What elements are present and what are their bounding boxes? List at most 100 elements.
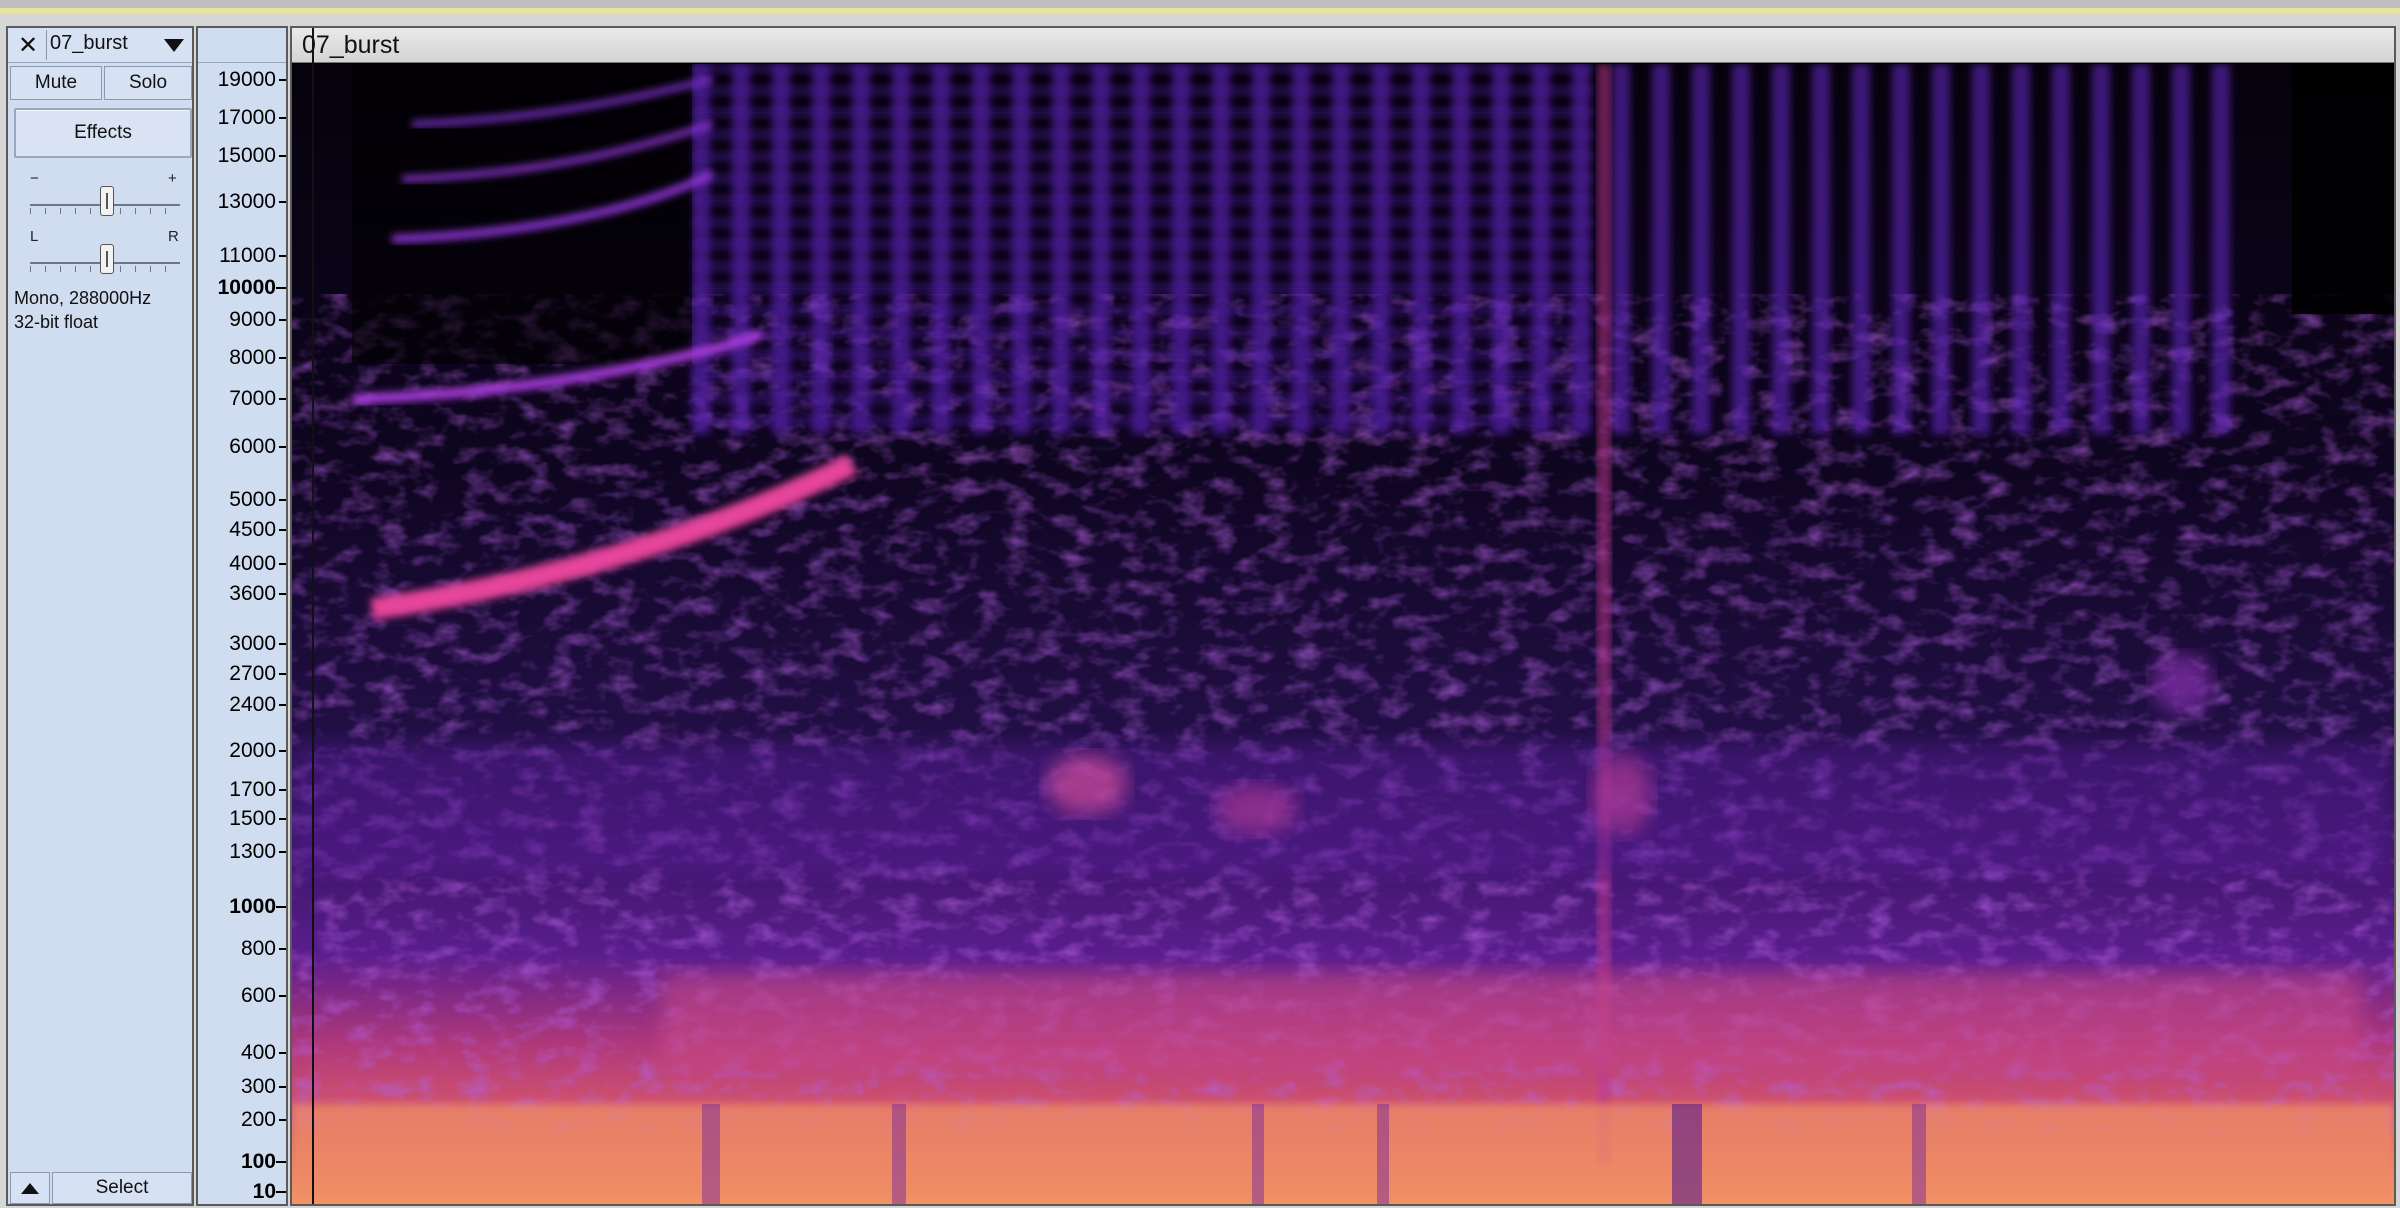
ruler-tick-label: 4000 <box>229 552 276 575</box>
ruler-tick-label: 19000 <box>217 68 276 91</box>
ruler-tick-label: 600 <box>240 984 276 1007</box>
ruler-header <box>198 28 286 63</box>
track-control-panel: ✕ 07_burst Mute Solo Effects − + L R Mon… <box>6 26 194 1206</box>
ruler-tick-mark <box>279 704 286 706</box>
ruler-tick-mark <box>279 750 286 752</box>
low-band <box>662 974 2362 1074</box>
ruler-tick-label: 2000 <box>229 739 276 762</box>
spectrogram-view[interactable] <box>292 64 2394 1204</box>
ruler-tick-mark <box>276 906 286 908</box>
ruler-tick-mark <box>279 673 286 675</box>
ruler-tick-label: 200 <box>240 1108 276 1131</box>
ruler-tick-mark <box>279 79 286 81</box>
pan-slider-thumb[interactable] <box>100 244 114 274</box>
ruler-tick-mark <box>276 1161 286 1163</box>
harmonic-horizontal-bands <box>692 64 1592 434</box>
ruler-tick-label: 2400 <box>229 693 276 716</box>
ruler-tick-mark <box>276 1191 286 1193</box>
ruler-tick-mark <box>279 398 286 400</box>
bass-gap <box>892 1104 906 1204</box>
ruler-tick-label: 400 <box>240 1041 276 1064</box>
clip-title-bar[interactable]: 07_burst <box>292 28 2394 63</box>
bass-gap <box>1377 1104 1389 1204</box>
bass-gap <box>1252 1104 1264 1204</box>
clip-title: 07_burst <box>302 31 400 59</box>
ruler-tick-label: 11000 <box>219 244 276 267</box>
ruler-tick-mark <box>279 319 286 321</box>
select-button[interactable]: Select <box>52 1172 192 1204</box>
ruler-tick-label: 13000 <box>217 190 276 213</box>
bass-gap <box>1672 1104 1702 1204</box>
ruler-tick-label: 1500 <box>229 807 276 830</box>
ruler-tick-label: 800 <box>240 937 276 960</box>
ruler-tick-label: 300 <box>240 1075 276 1098</box>
triangle-up-icon <box>21 1182 39 1194</box>
gain-plus-label: + <box>168 170 177 187</box>
track-sample-format-label: 32-bit float <box>14 312 99 332</box>
ruler-tick-mark <box>279 499 286 501</box>
ruler-tick-label: 1700 <box>229 778 276 801</box>
bass-gap <box>1912 1104 1926 1204</box>
ruler-tick-mark <box>279 117 286 119</box>
track-header: ✕ 07_burst <box>8 28 192 63</box>
gain-minus-label: − <box>30 170 39 187</box>
ruler-tick-label: 17000 <box>217 106 276 129</box>
track-name-label[interactable]: 07_burst <box>50 32 128 55</box>
mid-blob <box>1047 754 1127 814</box>
effects-button[interactable]: Effects <box>14 108 192 158</box>
ruler-tick-mark <box>279 851 286 853</box>
ruler-tick-label: 10000 <box>217 276 276 299</box>
ruler-tick-label: 9000 <box>229 308 276 331</box>
ruler-tick-label: 3600 <box>229 582 276 605</box>
track-format-label: Mono, 288000Hz <box>14 288 152 308</box>
ruler-tick-mark <box>279 255 286 257</box>
track-info: Mono, 288000Hz 32-bit float <box>14 286 151 334</box>
ruler-tick-mark <box>279 818 286 820</box>
ruler-tick-mark <box>279 593 286 595</box>
pan-right-label: R <box>168 228 179 245</box>
ruler-tick-label: 15000 <box>217 144 276 167</box>
mid-blob <box>1217 784 1297 834</box>
close-track-button[interactable]: ✕ <box>10 30 47 60</box>
mid-blob <box>1592 754 1652 834</box>
ruler-tick-label: 100 <box>240 1150 276 1173</box>
chevron-down-icon[interactable] <box>164 39 184 52</box>
ruler-tick-label: 2700 <box>229 662 276 685</box>
ruler-tick-mark <box>279 1119 286 1121</box>
ruler-tick-mark <box>279 357 286 359</box>
collapse-track-button[interactable] <box>10 1172 50 1204</box>
ruler-tick-mark <box>279 563 286 565</box>
play-cursor-line <box>312 28 314 1204</box>
ruler-tick-mark <box>279 1052 286 1054</box>
ruler-tick-mark <box>279 1086 286 1088</box>
ruler-tick-label: 7000 <box>229 387 276 410</box>
gain-slider-thumb[interactable] <box>100 186 114 216</box>
ruler-tick-mark <box>279 446 286 448</box>
ruler-tick-label: 8000 <box>229 346 276 369</box>
pan-slider[interactable] <box>30 244 180 274</box>
ruler-tick-label: 10 <box>252 1180 276 1203</box>
frequency-ruler[interactable]: 19000 17000 15000 13000 11000 10000 9000 8000 70… <box>196 26 288 1206</box>
ruler-tick-mark <box>279 529 286 531</box>
ruler-tick-mark <box>279 995 286 997</box>
ruler-tick-mark <box>279 789 286 791</box>
solo-button[interactable]: Solo <box>104 66 192 100</box>
ruler-tick-label: 4500 <box>229 518 276 541</box>
ruler-tick-mark <box>279 201 286 203</box>
audio-clip[interactable]: 07_burst <box>290 26 2396 1206</box>
ruler-tick-mark <box>276 287 286 289</box>
gain-slider[interactable] <box>30 186 180 216</box>
ruler-tick-mark <box>279 643 286 645</box>
mid-band-glow <box>292 744 2394 874</box>
dark-upper-right <box>2292 64 2394 314</box>
pan-left-label: L <box>30 228 39 245</box>
ruler-tick-label: 5000 <box>229 488 276 511</box>
ruler-tick-label: 6000 <box>229 435 276 458</box>
mid-blob <box>2152 654 2212 714</box>
close-icon: ✕ <box>17 31 39 59</box>
ruler-tick-label: 1300 <box>229 840 276 863</box>
mute-button[interactable]: Mute <box>10 66 102 100</box>
ruler-tick-label: 1000 <box>229 895 276 918</box>
noise-texture <box>292 364 2394 1064</box>
dark-upper-left <box>352 64 692 364</box>
